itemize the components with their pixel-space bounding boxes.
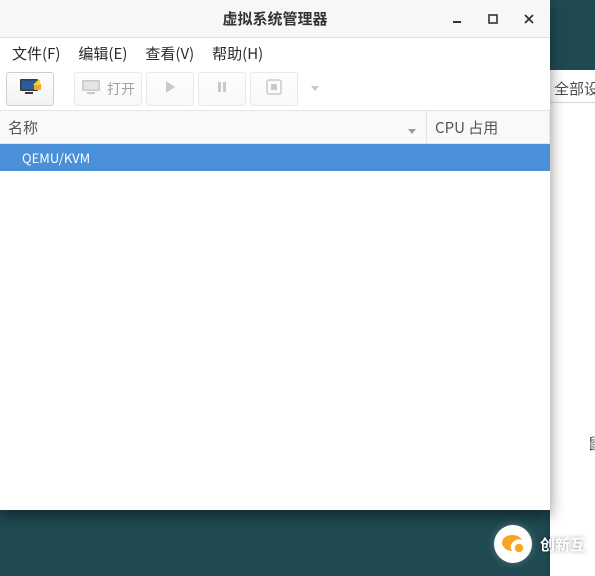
bg-mouse-label: 鼠 [588, 433, 595, 454]
watermark-logo-icon [494, 525, 532, 563]
shutdown-button[interactable] [250, 72, 298, 106]
menu-help[interactable]: 帮助(H) [204, 40, 271, 67]
chevron-down-icon [309, 79, 321, 99]
list-item[interactable]: QEMU/KVM [0, 144, 550, 171]
connection-list[interactable]: QEMU/KVM [0, 144, 550, 510]
menubar: 文件(F) 编辑(E) 查看(V) 帮助(H) [0, 38, 550, 68]
column-headers: 名称 CPU 占用 [0, 111, 550, 144]
titlebar: 虚拟系统管理器 [0, 0, 550, 38]
pause-icon [215, 79, 229, 99]
column-header-cpu-label: CPU 占用 [435, 117, 498, 138]
toolbar: 打开 [0, 68, 550, 111]
column-header-name[interactable]: 名称 [0, 111, 427, 143]
pause-button[interactable] [198, 72, 246, 106]
column-header-cpu[interactable]: CPU 占用 [427, 111, 550, 143]
minimize-button[interactable] [440, 4, 474, 34]
open-button[interactable]: 打开 [74, 72, 142, 106]
column-header-name-label: 名称 [8, 117, 38, 138]
virt-manager-window: 虚拟系统管理器 文件(F) 编辑(E) 查看(V) 帮助(H) [0, 0, 550, 510]
maximize-button[interactable] [476, 4, 510, 34]
open-button-label: 打开 [107, 79, 135, 99]
bg-all-settings-label[interactable]: 全部设 [554, 78, 595, 99]
menu-edit[interactable]: 编辑(E) [70, 40, 135, 67]
shutdown-menu-button[interactable] [302, 73, 328, 105]
close-button[interactable] [512, 4, 546, 34]
sort-indicator-icon [406, 121, 418, 133]
connection-label: QEMU/KVM [22, 148, 90, 167]
new-vm-button[interactable] [6, 72, 54, 106]
monitor-icon [81, 79, 101, 100]
play-icon [163, 79, 177, 99]
menu-view[interactable]: 查看(V) [137, 40, 202, 67]
window-controls [440, 0, 546, 37]
menu-file[interactable]: 文件(F) [4, 40, 68, 67]
background-settings-window: 全部设 鼠 [550, 0, 595, 576]
stop-box-icon [266, 79, 282, 100]
run-button[interactable] [146, 72, 194, 106]
monitor-new-icon [19, 78, 41, 101]
